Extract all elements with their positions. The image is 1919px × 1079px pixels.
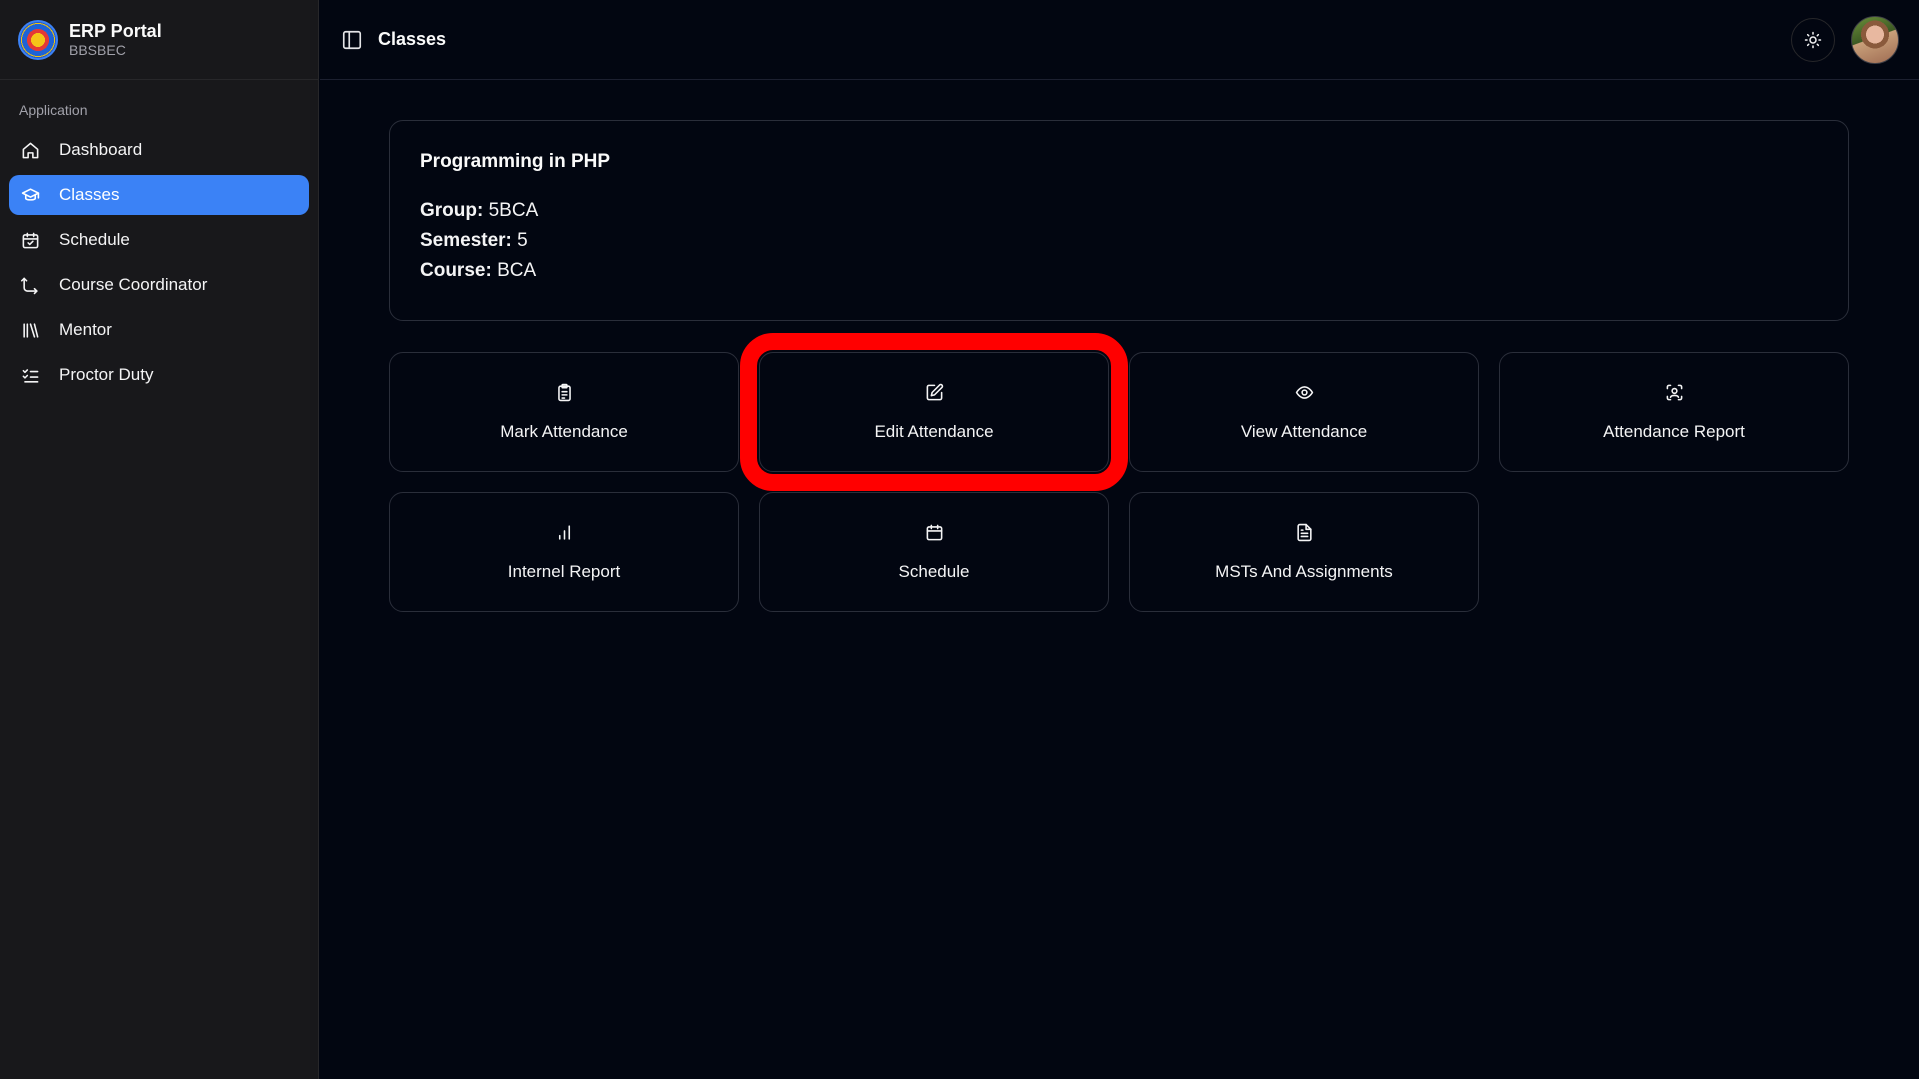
- sidebar-item-dashboard[interactable]: Dashboard: [9, 130, 309, 170]
- clipboard-list-icon: [554, 382, 574, 402]
- view-attendance-card[interactable]: View Attendance: [1129, 352, 1479, 472]
- college-seal-logo: [18, 19, 58, 60]
- edit-attendance-card[interactable]: Edit Attendance: [740, 333, 1128, 491]
- square-pen-icon: [924, 382, 944, 402]
- action-label: Mark Attendance: [500, 422, 628, 441]
- theme-toggle-button[interactable]: [1791, 17, 1835, 62]
- semester-label: Semester:: [420, 230, 512, 251]
- scan-face-icon: [1664, 382, 1684, 402]
- group-row: Group: 5BCA: [420, 196, 1818, 226]
- calendar-icon: [924, 522, 944, 542]
- sidebar-nav: Dashboard Classes Schedule Course Coordi…: [0, 130, 318, 395]
- class-actions-grid: Mark Attendance Edit Attendance View Att…: [389, 333, 1849, 612]
- attendance-report-card[interactable]: Attendance Report: [1499, 352, 1849, 472]
- action-label: Internel Report: [507, 562, 621, 581]
- action-label: Attendance Report: [1603, 422, 1745, 441]
- sidebar-item-classes[interactable]: Classes: [9, 175, 309, 215]
- brand-title: ERP Portal: [69, 21, 162, 42]
- action-label: MSTs And Assignments: [1215, 562, 1393, 581]
- sidebar-item-course-coordinator[interactable]: Course Coordinator: [9, 265, 309, 305]
- class-title: Programming in PHP: [420, 151, 611, 172]
- app-root: ERP Portal BBSBEC Application Dashboard …: [0, 0, 1919, 1079]
- library-icon: [20, 320, 40, 340]
- course-label: Course:: [420, 260, 492, 281]
- sidebar-item-label: Classes: [59, 185, 120, 204]
- brand-subtitle: BBSBEC: [69, 41, 126, 58]
- graduation-cap-icon: [20, 185, 40, 205]
- calendar-check-icon: [20, 230, 40, 250]
- course-value: BCA: [497, 260, 537, 281]
- eye-icon: [1294, 382, 1314, 402]
- sidebar-item-label: Mentor: [59, 320, 112, 339]
- header-actions: [1791, 15, 1899, 64]
- panel-left-icon: [342, 30, 362, 49]
- sidebar-item-label: Schedule: [59, 230, 130, 249]
- sidebar-item-label: Dashboard: [59, 140, 143, 159]
- bar-chart-icon: [554, 522, 574, 542]
- sidebar-item-label: Proctor Duty: [59, 365, 154, 384]
- sidebar-section-label: Application: [19, 102, 88, 118]
- sidebar-item-mentor[interactable]: Mentor: [9, 310, 309, 350]
- sun-icon: [1804, 31, 1822, 48]
- sidebar-item-label: Course Coordinator: [59, 275, 208, 294]
- group-value: 5BCA: [488, 200, 539, 221]
- sidebar: ERP Portal BBSBEC Application Dashboard …: [0, 0, 319, 1079]
- action-label: Schedule: [898, 562, 970, 581]
- user-avatar[interactable]: [1851, 15, 1899, 64]
- route-icon: [20, 275, 40, 295]
- file-text-icon: [1294, 522, 1314, 542]
- brand[interactable]: ERP Portal BBSBEC: [0, 0, 318, 80]
- course-row: Course: BCA: [420, 256, 1818, 286]
- list-checks-icon: [20, 365, 40, 385]
- home-icon: [20, 140, 40, 160]
- action-label: View Attendance: [1240, 422, 1368, 441]
- semester-value: 5: [517, 230, 528, 251]
- sidebar-item-schedule[interactable]: Schedule: [9, 220, 309, 260]
- semester-row: Semester: 5: [420, 226, 1818, 256]
- page-title: Classes: [378, 29, 447, 49]
- action-label: Edit Attendance: [874, 422, 994, 441]
- msts-and-assignments-card[interactable]: MSTs And Assignments: [1129, 492, 1479, 612]
- brand-text: ERP Portal BBSBEC: [69, 21, 162, 58]
- sidebar-toggle-button[interactable]: [340, 28, 364, 52]
- group-label: Group:: [420, 200, 484, 221]
- mark-attendance-card[interactable]: Mark Attendance: [389, 352, 739, 472]
- sidebar-item-proctor-duty[interactable]: Proctor Duty: [9, 355, 309, 395]
- top-header: Classes: [320, 0, 1919, 80]
- schedule-card[interactable]: Schedule: [759, 492, 1109, 612]
- class-info-card: Programming in PHP Group: 5BCA Semester:…: [389, 120, 1849, 321]
- internel-report-card[interactable]: Internel Report: [389, 492, 739, 612]
